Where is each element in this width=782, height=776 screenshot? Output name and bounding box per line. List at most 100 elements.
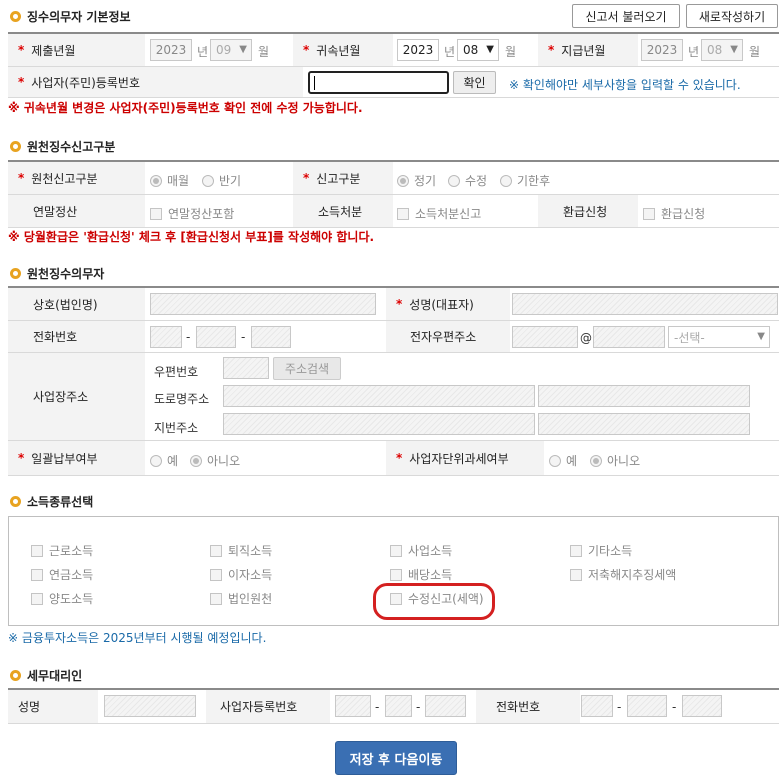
income-interest[interactable]: 이자소득 — [210, 566, 272, 583]
company-label-cell: 상호(법인명) — [8, 288, 145, 320]
confirm-button[interactable]: 확인 — [453, 71, 496, 94]
unit-tax-label: 사업자단위과세여부 — [409, 451, 509, 466]
chevron-down-icon: ▼ — [757, 331, 765, 342]
income-earned[interactable]: 근로소득 — [31, 542, 93, 559]
ta-phone-label: 전화번호 — [496, 700, 541, 714]
report-type-label: 원천신고구분 — [31, 171, 98, 186]
lot-addr-input-1 — [223, 413, 535, 435]
section-title-tax-agent: 세무대리인 — [10, 667, 82, 684]
radio-amend[interactable]: 수정 — [448, 172, 487, 189]
radio-icon — [150, 174, 162, 187]
income-pension-label: 연금소득 — [49, 568, 94, 582]
submit-year-field: 2023 — [150, 39, 192, 61]
submit-year: 2023 — [155, 43, 187, 57]
section-title-agent: 원천징수의무자 — [10, 265, 104, 282]
radio-monthly[interactable]: 매월 — [150, 172, 189, 189]
lot-addr-input-2 — [538, 413, 750, 435]
income-corporate[interactable]: 법인원천 — [210, 590, 272, 607]
belong-month-select[interactable]: 08 ▼ — [457, 39, 499, 61]
checkbox-icon — [570, 544, 582, 557]
radio-half[interactable]: 반기 — [202, 172, 241, 189]
bullet-icon — [10, 496, 21, 507]
email-id-input — [512, 326, 578, 348]
pay-label-cell: * 지급년월 — [538, 34, 638, 66]
pay-year: 2023 — [646, 43, 678, 57]
yearend-label-cell: 연말정산 — [8, 195, 145, 227]
email-domain-select: -선택- ▼ — [668, 326, 770, 348]
income-savings-penalty-label: 저축해지추징세액 — [588, 568, 677, 582]
belong-year-field[interactable]: 2023 — [397, 39, 439, 61]
month-unit: 월 — [258, 45, 270, 59]
yearend-checkbox[interactable]: 연말정산포함 — [150, 205, 234, 222]
section-title-report: 원천징수신고구분 — [10, 138, 115, 155]
radio-regular-label: 정기 — [414, 174, 437, 188]
confirm-note: ※ 확인해야만 세부사항을 입력할 수 있습니다. — [509, 78, 741, 92]
radio-regular[interactable]: 정기 — [397, 172, 436, 189]
tax-agent-table: 성명 사업자등록번호 - - 전화번호 - - — [8, 688, 779, 724]
addr-label-cell: 사업장주소 — [8, 353, 145, 440]
submit-month-select: 09 ▼ — [210, 39, 252, 61]
company-label: 상호(법인명) — [33, 297, 98, 312]
income-business[interactable]: 사업소득 — [390, 542, 452, 559]
bulk-no-radio[interactable]: 아니오 — [190, 452, 240, 469]
ta-phone-part-1 — [581, 695, 613, 717]
basic-row-2: * 사업자(주민)등록번호 확인 ※ 확인해야만 세부사항을 입력할 수 있습니다… — [8, 67, 779, 98]
email-select-value: -선택- — [674, 330, 705, 345]
month-unit-3: 월 — [749, 45, 761, 59]
checkbox-icon — [210, 592, 222, 605]
ta-bizno-label: 사업자등록번호 — [220, 700, 298, 714]
load-report-button[interactable]: 신고서 불러오기 — [572, 4, 680, 28]
yearend-option: 연말정산포함 — [168, 207, 235, 221]
income-other[interactable]: 기타소득 — [570, 542, 632, 559]
radio-icon — [549, 454, 561, 467]
rep-name-label: 성명(대표자) — [409, 297, 474, 312]
agent-row-company: 상호(법인명) * 성명(대표자) — [8, 288, 779, 321]
radio-icon — [190, 454, 202, 467]
refund-checkbox[interactable]: 환급신청 — [643, 205, 705, 222]
radio-late[interactable]: 기한후 — [500, 172, 550, 189]
pay-month: 08 — [707, 43, 723, 57]
income-pension[interactable]: 연금소득 — [31, 566, 93, 583]
ta-name-input — [104, 695, 196, 717]
checkbox-icon — [31, 544, 43, 557]
email-domain-input — [593, 326, 665, 348]
radio-icon — [590, 454, 602, 467]
rep-name-label-cell: * 성명(대표자) — [386, 288, 510, 320]
checkbox-icon — [570, 568, 582, 581]
unit-yes-radio[interactable]: 예 — [549, 452, 577, 469]
bizno-input[interactable] — [308, 71, 449, 94]
checkbox-icon — [643, 207, 655, 220]
income-savings-penalty[interactable]: 저축해지추징세액 — [570, 566, 676, 583]
income-dividend[interactable]: 배당소득 — [390, 566, 452, 583]
phone-label-cell: 전화번호 — [8, 321, 145, 352]
chevron-down-icon: ▼ — [730, 44, 738, 55]
year-unit-2: 년 — [444, 45, 456, 59]
new-report-button[interactable]: 새로작성하기 — [686, 4, 778, 28]
income-dividend-label: 배당소득 — [408, 568, 453, 582]
radio-icon — [448, 174, 460, 187]
income-disposal-label: 소득처분 — [318, 204, 363, 219]
belong-label-cell: * 귀속년월 — [293, 34, 393, 66]
agent-row-phone: 전화번호 - - 전자우편주소 @ -선택- ▼ — [8, 321, 779, 353]
ta-bizno-part-1 — [335, 695, 371, 717]
report-kind-label-cell: * 신고구분 — [293, 162, 393, 194]
ta-bizno-label-cell: 사업자등록번호 — [206, 690, 330, 723]
checkbox-icon — [390, 568, 402, 581]
income-transfer[interactable]: 양도소득 — [31, 590, 93, 607]
bulk-no-label: 아니오 — [207, 454, 241, 468]
addr-label: 사업장주소 — [33, 390, 89, 404]
bulk-yes-radio[interactable]: 예 — [150, 452, 178, 469]
year-unit: 년 — [197, 45, 209, 59]
income-retire[interactable]: 퇴직소득 — [210, 542, 272, 559]
bulk-label-cell: * 일괄납부여부 — [8, 441, 145, 475]
ta-phone-dash-2: - — [672, 700, 677, 714]
pay-year-field: 2023 — [641, 39, 683, 61]
income-disposal-checkbox[interactable]: 소득처분신고 — [397, 205, 481, 222]
income-other-label: 기타소득 — [588, 544, 633, 558]
refund-note: ※ 당월환급은 '환급신청' 체크 후 [환급신청서 부표]를 작성해야 합니다… — [8, 230, 375, 244]
ta-name-label: 성명 — [18, 700, 41, 714]
unit-no-radio[interactable]: 아니오 — [590, 452, 640, 469]
income-box: 근로소득 퇴직소득 사업소득 기타소득 연금소득 이자소득 배당소득 저축해지추… — [8, 516, 779, 626]
report-row-2: 연말정산 연말정산포함 소득처분 소득처분신고 환급신청 환급신청 — [8, 195, 779, 228]
save-next-button[interactable]: 저장 후 다음이동 — [335, 741, 457, 775]
